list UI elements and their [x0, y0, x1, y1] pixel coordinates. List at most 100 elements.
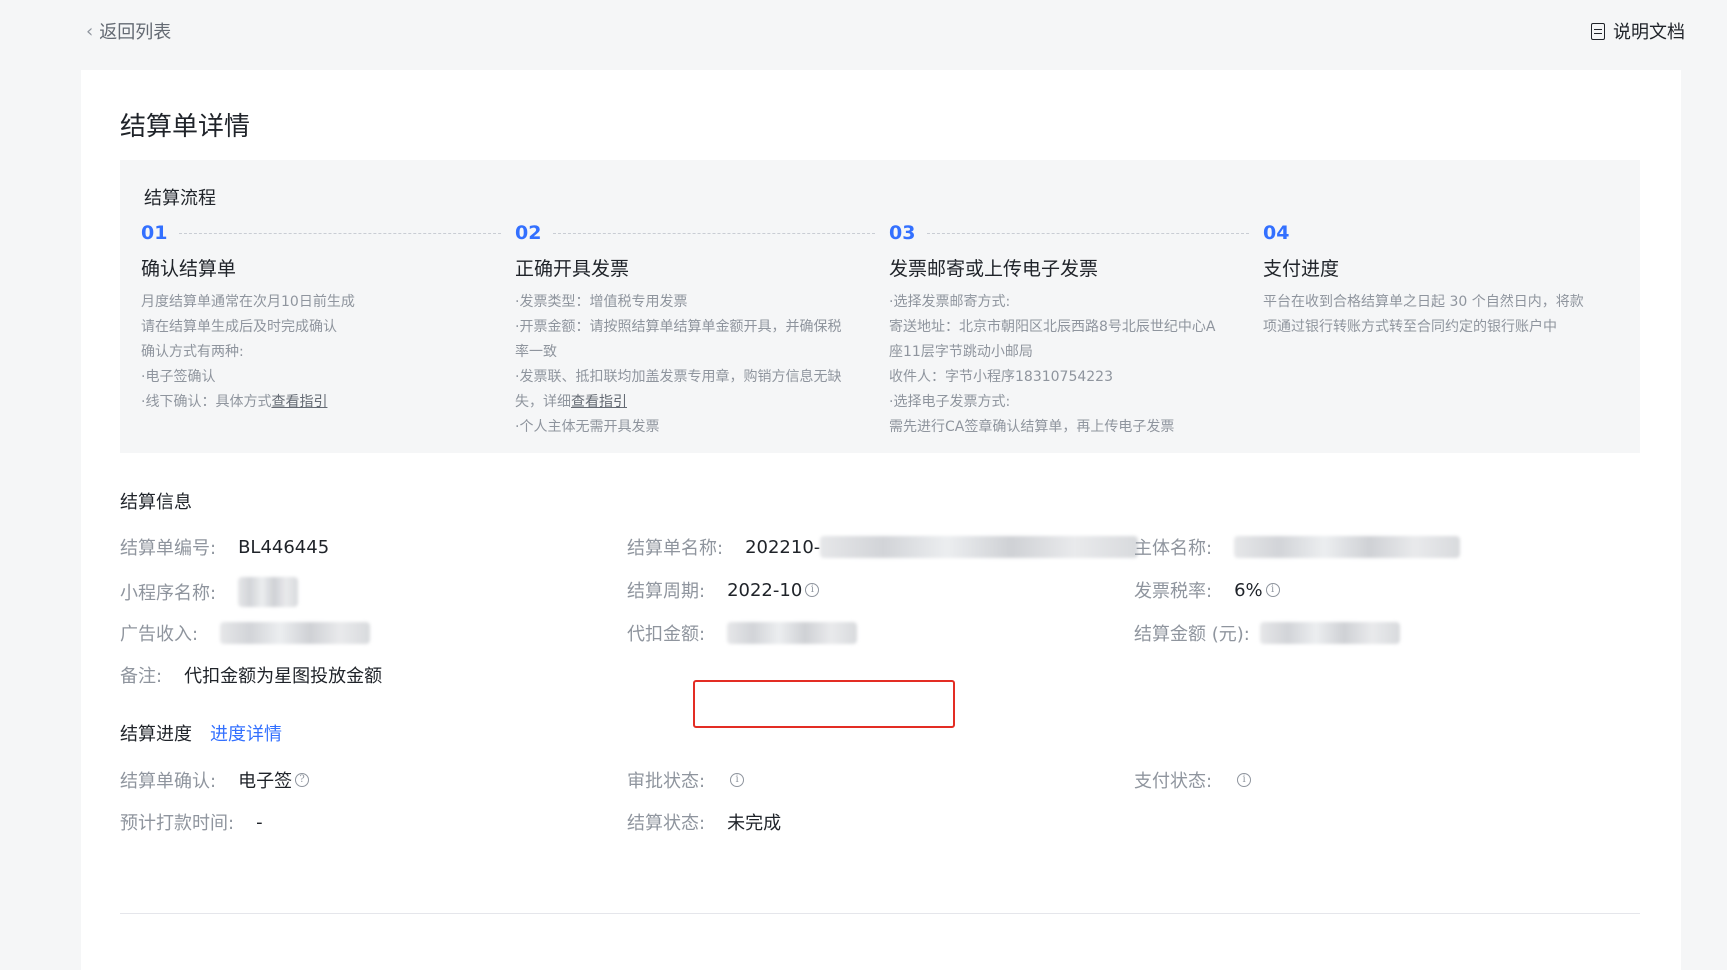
field-label: 结算金额 (元):	[1134, 624, 1250, 645]
highlight-box	[693, 680, 955, 728]
step-desc-line: 项通过银行转账方式转至合同约定的银行账户中	[1263, 319, 1557, 335]
step-desc-line: 请在结算单生成后及时完成确认	[141, 319, 337, 335]
period-value: 2022-10	[727, 579, 803, 601]
step-description: ·选择发票邮寄方式: 寄送地址：北京市朝阳区北辰西路8号北辰世纪中心A 座11层…	[889, 290, 1249, 440]
view-guide-link[interactable]: 查看指引	[271, 394, 327, 410]
step-title: 正确开具发票	[515, 258, 630, 280]
settlement-flow-panel: 结算流程 01 确认结算单 月度结算单通常在次月10日前生成 请在结算单生成后及…	[120, 160, 1640, 453]
field-label: 代扣金额:	[627, 624, 706, 645]
est-pay-time-field: 预计打款时间: -	[120, 809, 263, 835]
confirm-value: 电子签	[238, 771, 293, 792]
step-connector	[553, 232, 875, 234]
field-label: 备注:	[120, 666, 163, 687]
settlement-status-value: 未完成	[727, 813, 782, 834]
top-bar: ‹ 返回列表 说明文档	[0, 0, 1727, 60]
period-field: 结算周期: 2022-10 i	[627, 577, 820, 603]
step-desc-line: 平台在收到合格结算单之日起 30 个自然日内，将款	[1263, 294, 1584, 310]
settlement-progress-header: 结算进度 进度详情	[120, 720, 282, 746]
help-icon[interactable]: ?	[295, 773, 310, 787]
ad-income-field: 广告收入:	[120, 620, 371, 646]
field-label: 结算单确认:	[120, 771, 217, 792]
step-number: 03	[889, 222, 916, 244]
step-description: 平台在收到合格结算单之日起 30 个自然日内，将款 项通过银行转账方式转至合同约…	[1263, 290, 1623, 340]
flow-step-2: 02 正确开具发票 ·发票类型：增值税专用发票 ·开票金额：请按照结算单结算单金…	[515, 222, 875, 440]
tax-rate-value: 6%	[1234, 579, 1263, 601]
settlement-progress-title: 结算进度	[120, 724, 192, 745]
field-label: 预计打款时间:	[120, 813, 235, 834]
info-icon[interactable]: i	[730, 773, 745, 787]
step-desc-line: ·线下确认：具体方式查看指引	[141, 390, 501, 415]
redacted-value	[1259, 622, 1400, 644]
order-no-value: BL446445	[238, 536, 330, 558]
detail-card: 结算单详情 结算流程 01 确认结算单 月度结算单通常在次月10日前生成 请在结…	[81, 70, 1681, 970]
document-icon	[1591, 22, 1605, 40]
field-label: 结算周期:	[627, 581, 706, 602]
order-name-field: 结算单名称: 202210-	[627, 534, 1139, 560]
field-label: 审批状态:	[627, 771, 706, 792]
step-desc-text: ·线下确认：具体方式	[141, 394, 272, 410]
tax-rate-field: 发票税率: 6% i	[1134, 577, 1280, 603]
step-connector	[179, 232, 501, 234]
back-to-list-link[interactable]: ‹ 返回列表	[86, 18, 171, 44]
remark-field: 备注: 代扣金额为星图投放金额	[120, 662, 382, 688]
docs-link[interactable]: 说明文档	[1591, 18, 1685, 44]
step-description: 月度结算单通常在次月10日前生成 请在结算单生成后及时完成确认 确认方式有两种:…	[141, 290, 501, 415]
step-desc-line: ·个人主体无需开具发票	[515, 419, 660, 435]
miniapp-name-field: 小程序名称:	[120, 577, 299, 607]
step-desc-line: 寄送地址：北京市朝阳区北辰西路8号北辰世纪中心A	[889, 319, 1216, 335]
step-desc-line: 月度结算单通常在次月10日前生成	[141, 294, 355, 310]
step-desc-line: 收件人：字节小程序18310754223	[889, 369, 1113, 385]
step-desc-text: 失，详细	[515, 394, 571, 410]
field-label: 支付状态:	[1134, 771, 1213, 792]
settlement-info-title: 结算信息	[120, 492, 192, 513]
step-desc-line: 座11层字节跳动小邮局	[889, 344, 1033, 360]
step-desc-line: ·开票金额：请按照结算单结算单金额开具，并确保税	[515, 319, 842, 335]
info-icon[interactable]: i	[1237, 773, 1252, 787]
step-desc-line: 率一致	[515, 344, 557, 360]
flow-step-4: 04 支付进度 平台在收到合格结算单之日起 30 个自然日内，将款 项通过银行转…	[1263, 222, 1623, 340]
field-label: 广告收入:	[120, 624, 199, 645]
step-desc-line: ·选择电子发票方式:	[889, 394, 1011, 410]
field-label: 结算单编号:	[120, 538, 217, 559]
confirm-field: 结算单确认: 电子签 ?	[120, 767, 310, 793]
step-desc-line: ·发票类型：增值税专用发票	[515, 294, 688, 310]
field-label: 发票税率:	[1134, 581, 1213, 602]
step-desc-line: 需先进行CA签章确认结算单，再上传电子发票	[889, 419, 1175, 435]
step-number: 04	[1263, 222, 1290, 244]
step-title: 确认结算单	[141, 258, 237, 280]
redacted-value	[238, 577, 299, 607]
step-title: 支付进度	[1263, 258, 1340, 280]
order-no-field: 结算单编号: BL446445	[120, 534, 329, 560]
step-title: 发票邮寄或上传电子发票	[889, 258, 1099, 280]
step-connector	[927, 232, 1249, 234]
subject-name-field: 主体名称:	[1134, 534, 1461, 560]
chevron-left-icon: ‹	[86, 20, 94, 42]
redacted-value	[1234, 536, 1461, 558]
settlement-status-field: 结算状态: 未完成	[627, 809, 781, 835]
field-label: 结算单名称:	[627, 538, 724, 559]
step-number: 01	[141, 222, 168, 244]
step-desc-line: 失，详细查看指引	[515, 390, 875, 415]
page-title: 结算单详情	[120, 112, 251, 142]
info-icon[interactable]: i	[805, 583, 820, 597]
approval-status-field: 审批状态: i	[627, 767, 745, 793]
remark-value: 代扣金额为星图投放金额	[184, 666, 383, 687]
view-guide-link[interactable]: 查看指引	[571, 394, 627, 410]
back-label: 返回列表	[99, 22, 172, 43]
settlement-amount-field: 结算金额 (元):	[1134, 620, 1400, 646]
est-pay-time-value: -	[256, 811, 263, 833]
flow-title: 结算流程	[144, 188, 216, 209]
step-number: 02	[515, 222, 542, 244]
field-label: 小程序名称:	[120, 583, 217, 604]
step-description: ·发票类型：增值税专用发票 ·开票金额：请按照结算单结算单金额开具，并确保税 率…	[515, 290, 875, 440]
step-desc-line: 确认方式有两种:	[141, 344, 244, 360]
flow-step-1: 01 确认结算单 月度结算单通常在次月10日前生成 请在结算单生成后及时完成确认…	[141, 222, 501, 415]
redacted-value	[727, 622, 858, 644]
pay-status-field: 支付状态: i	[1134, 767, 1252, 793]
field-label: 主体名称:	[1134, 538, 1213, 559]
progress-detail-link[interactable]: 进度详情	[210, 720, 282, 746]
info-icon[interactable]: i	[1265, 583, 1280, 597]
redacted-value	[820, 536, 1139, 558]
redacted-value	[220, 622, 371, 644]
step-desc-line: ·发票联、抵扣联均加盖发票专用章，购销方信息无缺	[515, 369, 842, 385]
